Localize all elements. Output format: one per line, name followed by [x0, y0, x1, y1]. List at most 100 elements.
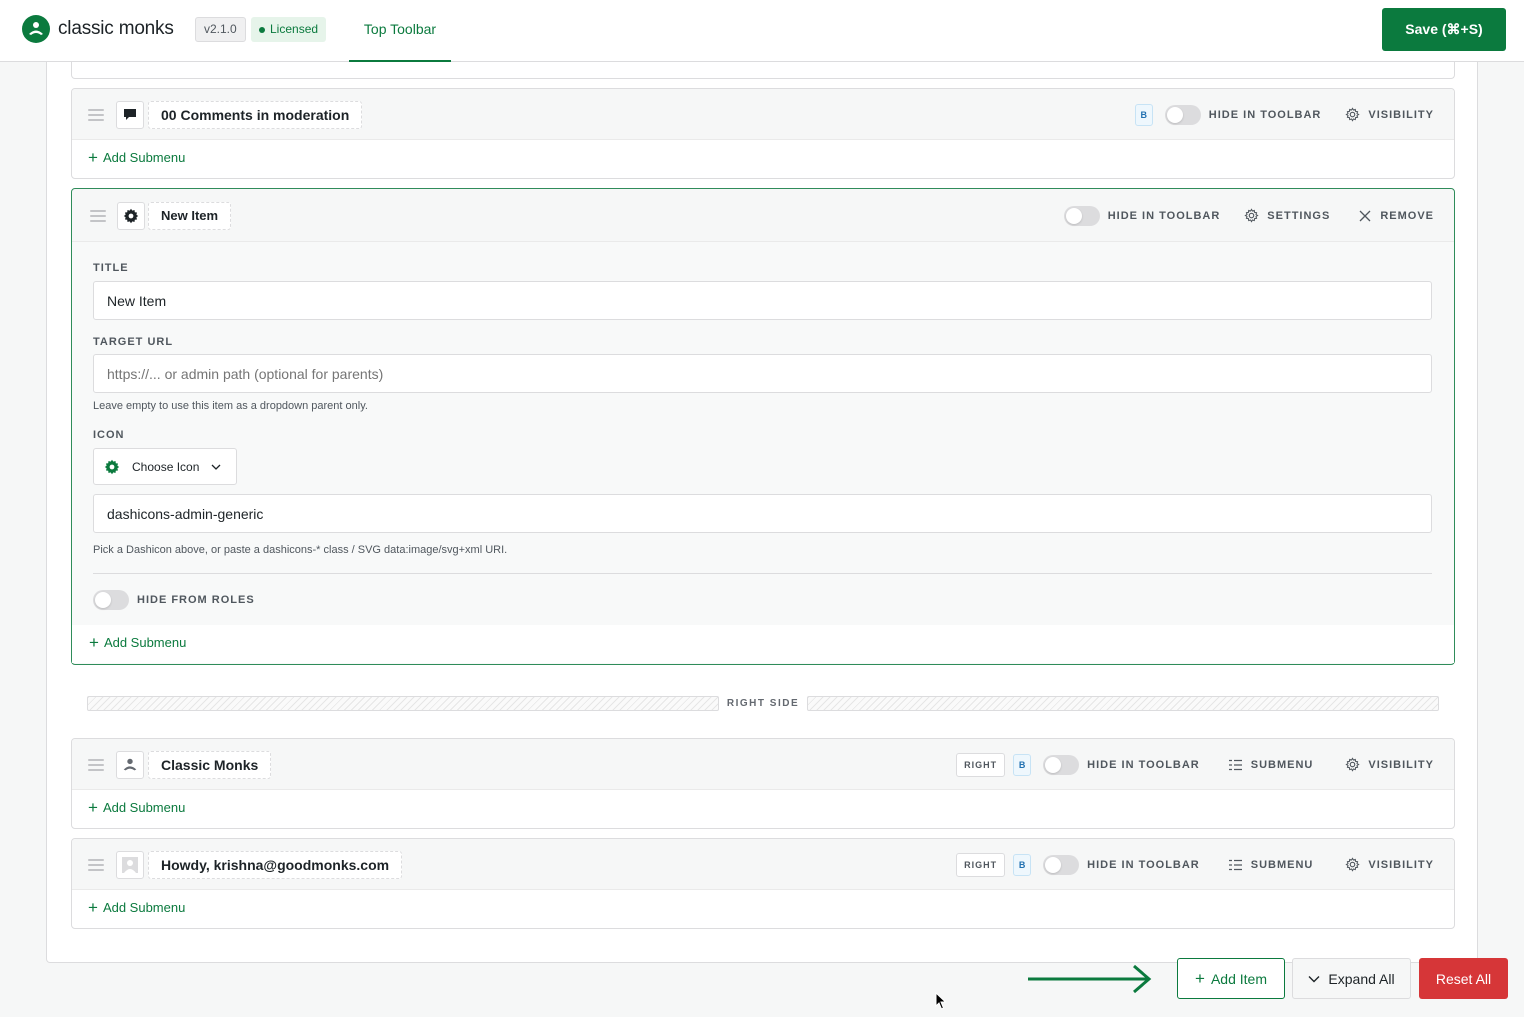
- submenu-button[interactable]: SUBMENU: [1228, 859, 1314, 871]
- target-url-label: TARGET URL: [93, 336, 174, 348]
- icon-class-input[interactable]: [93, 494, 1432, 533]
- gear-icon: [104, 459, 120, 474]
- card-actions: RIGHT B HIDE IN TOOLBAR SUBMENU VISIBILI…: [956, 839, 1434, 890]
- hide-in-toolbar-toggle[interactable]: [1164, 104, 1201, 125]
- add-submenu-button[interactable]: + Add Submenu: [89, 632, 187, 652]
- settings-button[interactable]: SETTINGS: [1244, 208, 1330, 223]
- monk-icon[interactable]: [116, 751, 144, 779]
- add-submenu-label: Add Submenu: [103, 635, 187, 650]
- expand-all-button[interactable]: Expand All: [1292, 958, 1411, 999]
- item-title[interactable]: Classic Monks: [148, 751, 272, 779]
- submenu-label: SUBMENU: [1250, 758, 1314, 771]
- version-badge: v2.1.0: [195, 17, 246, 42]
- title-input[interactable]: [93, 281, 1432, 320]
- plus-icon: +: [89, 632, 99, 652]
- card-actions: RIGHT B HIDE IN TOOLBAR SUBMENU VISIBILI…: [956, 739, 1434, 790]
- remove-button[interactable]: REMOVE: [1358, 209, 1434, 223]
- hide-in-toolbar-toggle[interactable]: [1043, 754, 1080, 775]
- chevron-down-icon: [1308, 975, 1320, 982]
- drag-handle-icon[interactable]: [90, 210, 106, 222]
- status-dot-icon: [259, 26, 265, 33]
- reset-all-button[interactable]: Reset All: [1419, 958, 1508, 999]
- badge-b: B: [1013, 753, 1032, 776]
- mouse-cursor-icon: [935, 992, 947, 1010]
- monk-logo-icon: [22, 15, 50, 43]
- hide-from-roles-label: HIDE FROM ROLES: [137, 594, 255, 606]
- close-icon: [1359, 210, 1371, 221]
- visibility-button[interactable]: VISIBILITY: [1345, 107, 1434, 122]
- list-tree-icon: [1228, 859, 1242, 870]
- hide-from-roles-toggle[interactable]: [93, 590, 129, 610]
- hide-from-roles-row: HIDE FROM ROLES: [93, 590, 255, 610]
- drag-handle-icon[interactable]: [88, 109, 104, 121]
- choose-icon-dropdown[interactable]: Choose Icon: [93, 448, 237, 485]
- chevron-down-icon: [211, 464, 221, 470]
- item-title[interactable]: New Item: [148, 202, 232, 230]
- hide-in-toolbar-label: HIDE IN TOOLBAR: [1087, 758, 1200, 771]
- title-label: TITLE: [93, 262, 129, 274]
- logo[interactable]: classic monks: [22, 15, 174, 43]
- badge-right: RIGHT: [956, 852, 1006, 877]
- gear-outline-icon: [1345, 107, 1360, 122]
- choose-icon-label: Choose Icon: [132, 459, 200, 474]
- visibility-button[interactable]: VISIBILITY: [1345, 857, 1434, 872]
- visibility-label: VISIBILITY: [1368, 758, 1434, 771]
- separator: [93, 573, 1432, 574]
- hide-in-toolbar-toggle[interactable]: [1063, 205, 1100, 226]
- badge-b: B: [1013, 853, 1032, 876]
- drag-handle-icon[interactable]: [88, 859, 104, 871]
- submenu-label: SUBMENU: [1250, 858, 1314, 871]
- gear-outline-icon: [1244, 208, 1259, 223]
- menu-item-card: Classic Monks RIGHT B HIDE IN TOOLBAR SU…: [71, 738, 1455, 829]
- item-editor: TITLE TARGET URL Leave empty to use this…: [72, 242, 1454, 625]
- license-badge: Licensed: [251, 17, 327, 42]
- item-title[interactable]: Howdy, krishna@goodmonks.com: [148, 851, 403, 879]
- divider-hatch: [87, 696, 719, 711]
- card-header: New Item HIDE IN TOOLBAR SETTINGS REMOVE: [72, 189, 1454, 242]
- add-submenu-button[interactable]: + Add Submenu: [88, 797, 186, 817]
- logo-text: classic monks: [58, 18, 174, 39]
- add-submenu-button[interactable]: + Add Submenu: [88, 899, 185, 916]
- add-item-label: Add Item: [1210, 970, 1267, 987]
- menu-item-card: Howdy, krishna@goodmonks.com RIGHT B HID…: [71, 838, 1455, 929]
- license-status: Licensed: [270, 22, 319, 36]
- target-url-input[interactable]: [93, 354, 1432, 393]
- target-url-help: Leave empty to use this item as a dropdo…: [93, 400, 368, 412]
- right-side-divider: RIGHT SIDE: [87, 696, 1440, 711]
- list-tree-icon: [1228, 759, 1242, 770]
- gear-icon[interactable]: [117, 202, 145, 230]
- drag-handle-icon[interactable]: [88, 759, 104, 771]
- remove-label: REMOVE: [1380, 209, 1434, 222]
- card-actions: HIDE IN TOOLBAR SETTINGS REMOVE: [1063, 189, 1434, 242]
- add-submenu-label: Add Submenu: [102, 800, 186, 815]
- card-footer: + Add Submenu: [72, 890, 1454, 928]
- hide-in-toolbar-toggle[interactable]: [1043, 854, 1080, 875]
- settings-label: SETTINGS: [1267, 209, 1331, 222]
- previous-item-card-edge: [71, 62, 1455, 79]
- add-item-button[interactable]: + Add Item: [1177, 958, 1285, 999]
- card-footer: + Add Submenu: [72, 140, 1454, 178]
- plus-icon: +: [1195, 968, 1205, 988]
- tab-top-toolbar[interactable]: Top Toolbar: [349, 0, 451, 62]
- icon-help: Pick a Dashicon above, or paste a dashic…: [93, 544, 508, 556]
- avatar-icon[interactable]: [116, 851, 144, 879]
- visibility-label: VISIBILITY: [1368, 108, 1434, 121]
- add-submenu-button[interactable]: + Add Submenu: [88, 149, 185, 166]
- item-title[interactable]: 00 Comments in moderation: [148, 101, 363, 129]
- top-header: classic monks v2.1.0 Licensed Top Toolba…: [0, 0, 1524, 62]
- card-actions: B HIDE IN TOOLBAR VISIBILITY: [1134, 89, 1434, 140]
- plus-icon: +: [88, 797, 98, 817]
- save-button[interactable]: Save (⌘+S): [1382, 8, 1506, 51]
- visibility-label: VISIBILITY: [1368, 858, 1434, 871]
- arrow-right-icon: [1028, 964, 1152, 994]
- divider-hatch: [807, 696, 1440, 711]
- card-header: Classic Monks RIGHT B HIDE IN TOOLBAR SU…: [72, 739, 1454, 790]
- submenu-button[interactable]: SUBMENU: [1228, 759, 1314, 771]
- menu-item-card: 00 Comments in moderation B HIDE IN TOOL…: [71, 88, 1455, 179]
- menu-item-card-expanded: New Item HIDE IN TOOLBAR SETTINGS REMOVE…: [71, 188, 1455, 665]
- hide-in-toolbar-label: HIDE IN TOOLBAR: [1107, 209, 1221, 222]
- gear-outline-icon: [1345, 757, 1360, 772]
- hide-in-toolbar-label: HIDE IN TOOLBAR: [1087, 858, 1200, 871]
- visibility-button[interactable]: VISIBILITY: [1345, 757, 1434, 772]
- comment-icon[interactable]: [116, 101, 144, 129]
